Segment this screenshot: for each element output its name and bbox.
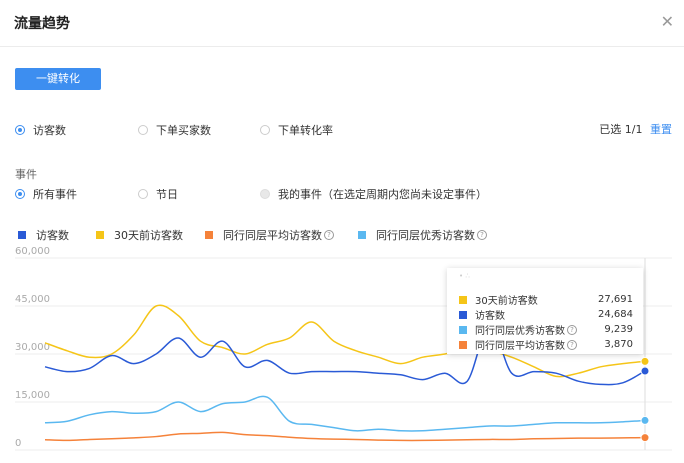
series-line [44, 431, 646, 442]
tooltip-label: 访客数 [475, 311, 505, 322]
y-tick-label: 45,000 [15, 294, 50, 305]
tooltip-label: 同行同层平均访客数 [475, 341, 565, 352]
tooltip-swatch [459, 340, 467, 349]
tooltip-swatch [459, 295, 467, 304]
tooltip-label: 30天前访客数 [475, 296, 538, 307]
chart-tooltip: • ∴ 30天前访客数 27,691 访客数 24,684 同行同层优秀访客数 … [447, 268, 643, 354]
tooltip-swatch [459, 325, 467, 334]
series-point [640, 366, 650, 376]
y-tick-label: 60,000 [15, 246, 50, 257]
tooltip-row: 同行同层优秀访客数 ? 9,239 [459, 322, 633, 337]
help-icon: ? [567, 324, 577, 335]
y-tick-label: 30,000 [15, 342, 50, 353]
tooltip-row: 30天前访客数 27,691 [459, 292, 633, 307]
series-point [640, 415, 650, 425]
tooltip-swatch [459, 310, 467, 319]
y-tick-label: 15,000 [15, 390, 50, 401]
tooltip-label: 同行同层优秀访客数 [475, 326, 565, 337]
tooltip-row: 访客数 24,684 [459, 307, 633, 322]
series-point [640, 433, 650, 443]
help-icon: ? [567, 339, 577, 350]
series-point [640, 356, 650, 366]
tooltip-row: 同行同层平均访客数 ? 3,870 [459, 337, 633, 352]
tooltip-value: 27,691 [598, 294, 633, 305]
tooltip-value: 3,870 [604, 339, 633, 350]
y-tick-label: 0 [15, 438, 21, 449]
tooltip-value: 9,239 [604, 324, 633, 335]
tooltip-handle-icon: • ∴ [459, 272, 470, 280]
tooltip-value: 24,684 [598, 309, 633, 320]
traffic-trend-chart: 60,000 45,000 30,000 15,000 0 [15, 246, 672, 451]
